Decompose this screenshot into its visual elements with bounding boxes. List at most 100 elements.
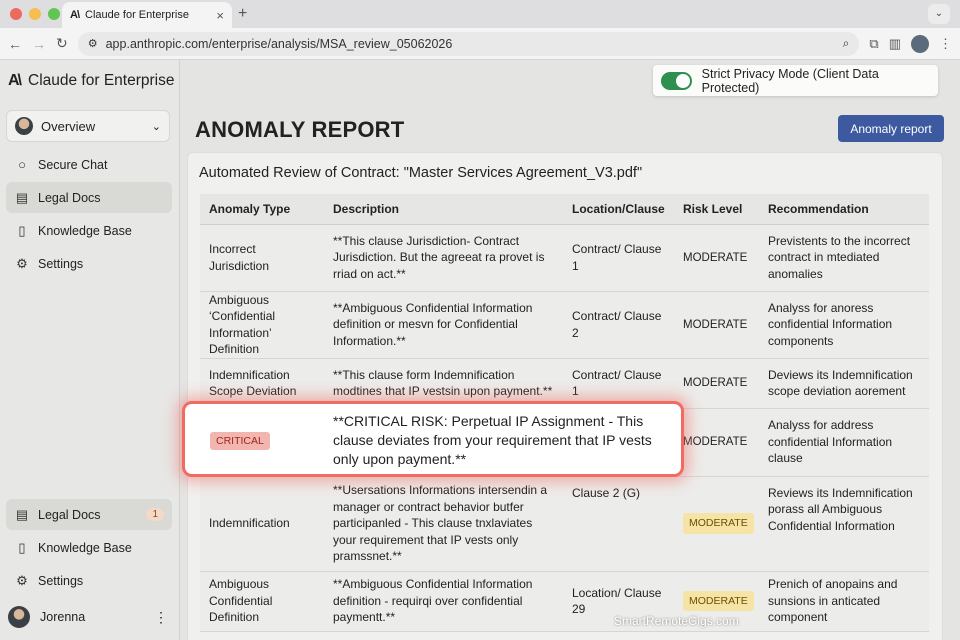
privacy-mode-control: Strict Privacy Mode (Client Data Protect…	[653, 65, 938, 96]
table-row[interactable]: Indemnification **Usersations Informatio…	[200, 476, 929, 572]
column-header[interactable]: Recommendation	[759, 194, 929, 225]
chat-bubble-icon: ○	[18, 157, 26, 172]
column-header[interactable]: Description	[324, 194, 563, 225]
book-icon: ▯	[18, 539, 26, 555]
anomaly-report-button[interactable]: Anomaly report	[838, 115, 944, 142]
sidebar-item-label: Settings	[38, 256, 84, 271]
tab-search-chevron-icon[interactable]: ⌄	[928, 4, 950, 24]
recommendation-cell: Analyss for anoress confidential Informa…	[759, 291, 929, 359]
recommendation-cell: Previstents to the incorrect contract in…	[759, 224, 929, 292]
sidebar-item-settings[interactable]: ⚙ Settings	[6, 248, 172, 279]
browser-tab-bar: A\ Claude for Enterprise × + ⌄	[0, 0, 960, 28]
privacy-toggle[interactable]	[661, 71, 692, 90]
table-row[interactable]: Ambiguous ‘Confidential Information’ Def…	[200, 291, 929, 359]
workspace-label: Overview	[41, 118, 96, 134]
maximize-window-button[interactable]	[48, 8, 60, 20]
tab-title: Claude for Enterprise	[85, 9, 189, 21]
report-panel: Automated Review of Contract: "Master Se…	[187, 152, 943, 640]
minimize-window-button[interactable]	[29, 8, 41, 20]
page-title: ANOMALY REPORT	[195, 117, 405, 142]
risk-badge: MODERATE	[683, 251, 748, 264]
anomaly-type-cell: Incorrect Jurisdiction	[200, 224, 324, 292]
sidebar-item-label: Settings	[38, 573, 84, 588]
more-kebab-icon[interactable]: ⋮	[154, 609, 168, 626]
table-header-row: Anomaly Type Description Location/Clause…	[200, 194, 929, 225]
brand-name: Claude for Enterprise	[28, 72, 175, 89]
profile-avatar[interactable]	[911, 34, 929, 53]
window-controls	[10, 8, 60, 20]
sidebar-item-legal-docs[interactable]: ▤ Legal Docs	[6, 182, 172, 213]
column-header[interactable]: Location/Clause	[563, 194, 674, 225]
back-arrow-icon[interactable]: ←	[8, 36, 22, 52]
column-header[interactable]: Anomaly Type	[200, 194, 324, 225]
risk-badge: MODERATE	[683, 590, 754, 612]
close-window-button[interactable]	[10, 8, 22, 20]
extensions-puzzle-icon[interactable]: ⧉	[869, 36, 878, 52]
document-icon: ▤	[15, 189, 29, 205]
sidebar-item-label: Legal Docs	[38, 190, 101, 205]
critical-badge: CRITICAL	[210, 432, 270, 450]
brand[interactable]: A\ Claude for Enterprise	[8, 72, 174, 90]
sidebar-item-settings[interactable]: ⚙ Settings	[6, 565, 172, 596]
risk-level-cell: MODERATE	[674, 476, 759, 572]
browser-toolbar: ← → ↻ ⚙ app.anthropic.com/enterprise/ana…	[0, 28, 960, 60]
gear-icon: ⚙	[16, 572, 28, 588]
critical-risk-card[interactable]: CRITICAL **CRITICAL RISK: Perpetual IP A…	[182, 401, 684, 477]
recommendation-cell: Reviews its Indemnification porass all A…	[759, 476, 929, 572]
sidebar: A\ Claude for Enterprise Overview ⌄ ○ Se…	[0, 60, 180, 640]
address-bar[interactable]: ⚙ app.anthropic.com/enterprise/analysis/…	[77, 31, 860, 56]
privacy-label: Strict Privacy Mode (Client Data Protect…	[701, 66, 879, 95]
risk-level-cell: MODERATE	[674, 224, 759, 292]
reload-icon[interactable]: ↻	[56, 35, 68, 52]
browser-tab[interactable]: A\ Claude for Enterprise ×	[62, 2, 232, 28]
sidebar-item-secure-chat[interactable]: ○ Secure Chat	[6, 149, 172, 180]
user-profile[interactable]: Jorenna ⋮	[8, 606, 168, 628]
description-cell: **Usersations Informations intersendin a…	[324, 476, 563, 572]
recommendation-cell: Prenich of anopains and sunsions in anti…	[759, 571, 929, 632]
book-icon: ▯	[18, 222, 26, 238]
anomaly-type-cell: Ambiguous Confidential Definition	[200, 571, 324, 632]
anomaly-type-cell: Ambiguous ‘Confidential Information’ Def…	[200, 291, 324, 359]
sidebar-item-knowledge-base[interactable]: ▯ Knowledge Base	[6, 532, 172, 563]
close-tab-icon[interactable]: ×	[216, 8, 224, 23]
table-row[interactable]: Ambiguous Confidential Definition **Ambi…	[200, 571, 929, 632]
description-cell: **This clause Jurisdiction- Contract Jur…	[324, 224, 563, 292]
risk-level-cell: MODERATE	[674, 291, 759, 359]
sidebar-item-label: Secure Chat	[38, 157, 108, 172]
anthropic-logo-icon: A\	[70, 9, 80, 21]
zoom-icon[interactable]: ⌕	[843, 36, 850, 51]
site-settings-icon[interactable]: ⚙	[88, 37, 98, 50]
sidebar-item-knowledge-base[interactable]: ▯ Knowledge Base	[6, 215, 172, 246]
risk-badge: MODERATE	[683, 377, 748, 390]
sidebar-item-label: Knowledge Base	[38, 223, 132, 238]
sidebar-panel-icon[interactable]: ▥	[889, 36, 901, 52]
recommendation-cell: Analyss for address confidential Informa…	[759, 408, 929, 477]
workspace-avatar	[15, 117, 33, 135]
risk-badge: MODERATE	[683, 436, 748, 449]
location-cell: Contract/ Clause 1	[563, 224, 674, 292]
sidebar-nav-top: ○ Secure Chat ▤ Legal Docs ▯ Knowledge B…	[6, 149, 172, 279]
document-icon: ▤	[15, 506, 29, 522]
critical-risk-description: **CRITICAL RISK: Perpetual IP Assignment…	[333, 413, 652, 467]
avatar	[8, 606, 30, 628]
sidebar-item-label: Legal Docs	[38, 507, 101, 522]
recommendation-cell: Deviews its Indemnification scope deviat…	[759, 358, 929, 409]
location-cell: Clause 2 (G)	[563, 476, 674, 572]
gear-icon: ⚙	[16, 255, 28, 271]
description-cell: **Ambiguous Confidential Information def…	[324, 291, 563, 359]
sidebar-item-legal-docs[interactable]: ▤ Legal Docs 1	[6, 499, 172, 530]
url-text[interactable]: app.anthropic.com/enterprise/analysis/MS…	[106, 37, 835, 51]
column-header[interactable]: Risk Level	[674, 194, 759, 225]
browser-menu-kebab-icon[interactable]: ⋮	[939, 36, 952, 52]
risk-level-cell: MODERATE	[674, 408, 759, 477]
location-cell: Contract/ Clause 2	[563, 291, 674, 359]
table-row[interactable]: Incorrect Jurisdiction **This clause Jur…	[200, 224, 929, 292]
anomaly-type-cell: Indemnification	[200, 476, 324, 572]
workspace-select[interactable]: Overview ⌄	[6, 110, 170, 142]
anthropic-logo-icon: A\	[8, 72, 22, 89]
forward-arrow-icon[interactable]: →	[32, 36, 46, 52]
watermark: SmartRemoteGigs.com	[614, 614, 739, 628]
user-name: Jorenna	[40, 610, 86, 624]
new-tab-button[interactable]: +	[238, 5, 247, 23]
risk-badge: MODERATE	[683, 318, 748, 331]
